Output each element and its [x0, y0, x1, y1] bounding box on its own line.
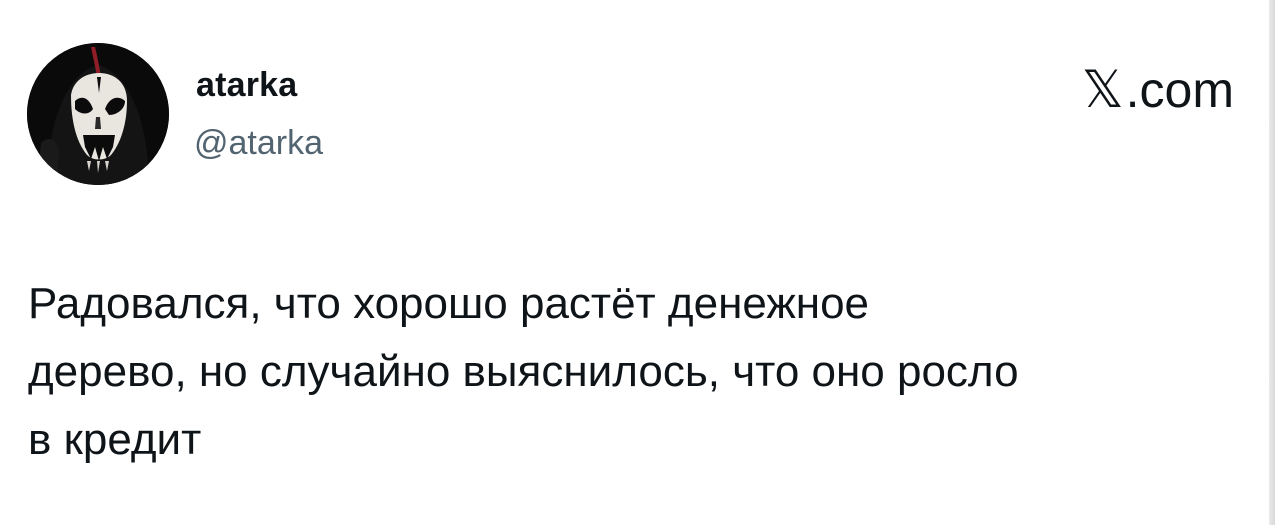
- scrollbar[interactable]: [1269, 0, 1275, 525]
- author-handle[interactable]: @atarka: [194, 124, 323, 163]
- brand-suffix: .com: [1125, 62, 1234, 118]
- black-metal-face-avatar-icon: [27, 43, 169, 185]
- x-logo-icon: 𝕏 .com: [1082, 60, 1234, 120]
- author-display-name[interactable]: atarka: [196, 66, 297, 105]
- tweet-card: atarka @atarka 𝕏 .com Радовался, что хор…: [0, 0, 1284, 525]
- avatar[interactable]: [27, 43, 169, 185]
- tweet-text: Радовался, что хорошо растёт денежное де…: [28, 279, 1019, 464]
- x-glyph: 𝕏: [1081, 60, 1124, 120]
